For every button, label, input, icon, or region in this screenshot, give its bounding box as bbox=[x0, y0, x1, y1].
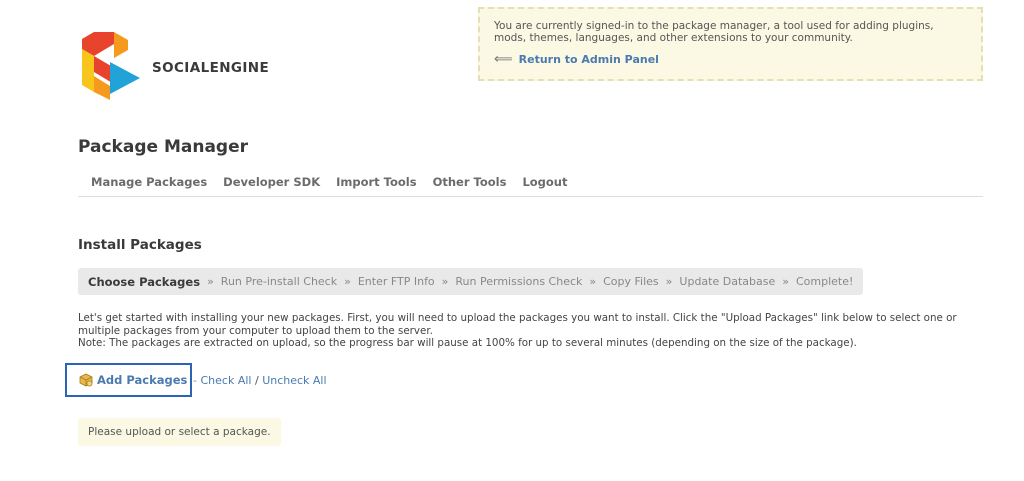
add-packages-button[interactable]: Add Packages bbox=[65, 363, 192, 397]
section-title: Install Packages bbox=[78, 237, 202, 253]
step-choose-packages: Choose Packages bbox=[88, 274, 201, 289]
step-ftp-info: Enter FTP Info bbox=[357, 275, 435, 288]
main-nav: Manage Packages Developer SDK Import Too… bbox=[78, 175, 983, 197]
intro-line-2: Note: The packages are extracted on uplo… bbox=[78, 337, 857, 349]
nav-item-logout[interactable]: Logout bbox=[522, 175, 567, 196]
nav-item-developer-sdk[interactable]: Developer SDK bbox=[223, 175, 320, 196]
notice-text: You are currently signed-in to the packa… bbox=[494, 20, 934, 44]
step-update-database: Update Database bbox=[679, 275, 776, 288]
step-separator: » bbox=[441, 275, 449, 288]
step-separator: » bbox=[589, 275, 597, 288]
return-to-admin-link[interactable]: ⟸ Return to Admin Panel bbox=[494, 52, 967, 67]
return-link-label: Return to Admin Panel bbox=[518, 53, 659, 66]
package-icon bbox=[79, 373, 93, 387]
nav-item-import-tools[interactable]: Import Tools bbox=[336, 175, 416, 196]
logo: SOCIALENGINE bbox=[80, 30, 310, 102]
step-complete: Complete! bbox=[795, 275, 854, 288]
step-permissions-check: Run Permissions Check bbox=[455, 275, 583, 288]
install-steps: Choose Packages » Run Pre-install Check … bbox=[78, 268, 864, 295]
step-separator: » bbox=[207, 275, 214, 288]
check-all-link[interactable]: Check All bbox=[200, 374, 251, 387]
step-copy-files: Copy Files bbox=[603, 275, 659, 288]
step-separator: » bbox=[782, 275, 789, 288]
slash-separator: / bbox=[254, 374, 259, 387]
nav-item-other-tools[interactable]: Other Tools bbox=[433, 175, 507, 196]
page-title: Package Manager bbox=[78, 137, 248, 157]
brand-name: SOCIALENGINE bbox=[152, 60, 270, 76]
add-packages-label: Add Packages bbox=[97, 373, 188, 387]
notice-box: You are currently signed-in to the packa… bbox=[478, 7, 983, 81]
status-message: Please upload or select a package. bbox=[78, 418, 281, 446]
socialengine-logo-icon bbox=[82, 32, 140, 100]
back-arrow-icon: ⟸ bbox=[494, 52, 513, 67]
step-separator: » bbox=[344, 275, 351, 288]
step-preinstall-check: Run Pre-install Check bbox=[220, 275, 338, 288]
intro-line-1: Let's get started with installing your n… bbox=[78, 312, 957, 337]
nav-item-manage-packages[interactable]: Manage Packages bbox=[91, 175, 207, 196]
check-links: - Check All / Uncheck All bbox=[193, 374, 327, 387]
dash-separator: - bbox=[193, 374, 197, 387]
uncheck-all-link[interactable]: Uncheck All bbox=[262, 374, 326, 387]
step-separator: » bbox=[665, 275, 673, 288]
intro-text: Let's get started with installing your n… bbox=[78, 312, 983, 350]
